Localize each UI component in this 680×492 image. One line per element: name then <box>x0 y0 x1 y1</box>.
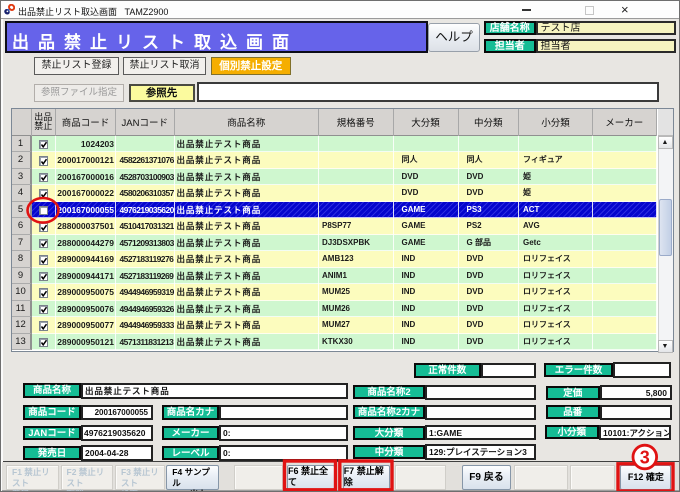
svg-text:3: 3 <box>640 448 650 468</box>
